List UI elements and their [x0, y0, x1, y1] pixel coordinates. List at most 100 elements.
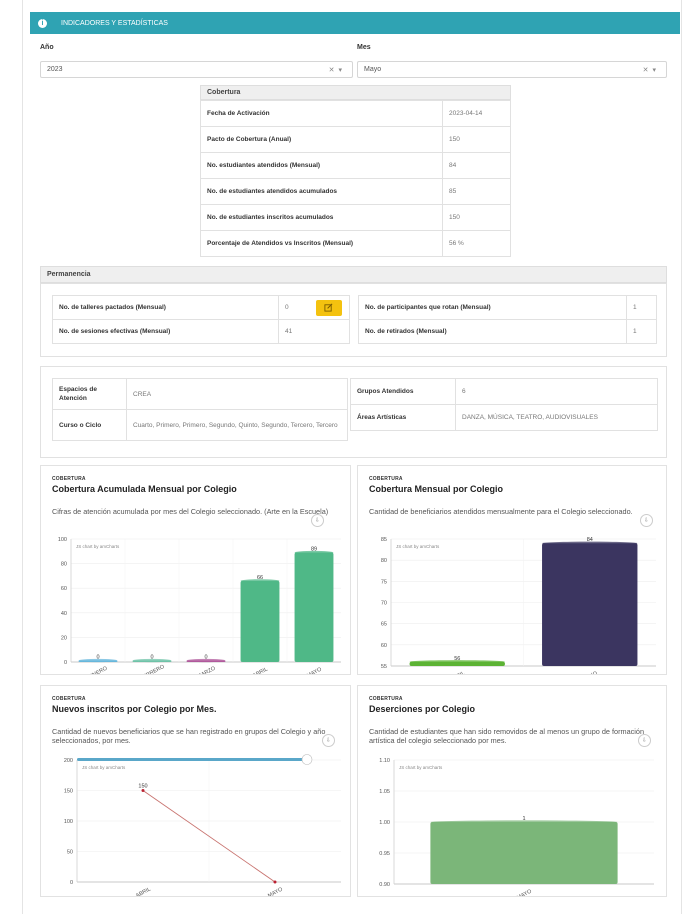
- coverage-panel: Cobertura Fecha de Activación 2023-04-14 …: [200, 85, 511, 257]
- zoom-scrollbar: [77, 758, 305, 761]
- month-select[interactable]: Mayo ✕▾: [357, 61, 667, 78]
- chart-description: Cantidad de beneficiarios atendidos mens…: [369, 507, 633, 516]
- x-tick-label: ABRIL: [252, 667, 269, 674]
- chart-title: Nuevos inscritos por Colegio por Mes.: [52, 704, 217, 714]
- coverage-value: 150: [442, 126, 511, 153]
- y-tick-label: 150: [64, 789, 73, 795]
- data-label: 66: [257, 575, 263, 581]
- coverage-row: No. estudiantes atendidos (Mensual) 84: [200, 152, 511, 179]
- chart-description: Cantidad de estudiantes que han sido rem…: [369, 727, 645, 745]
- permanencia-left-table: No. de talleres pactados (Mensual) 0 No.…: [52, 295, 350, 344]
- data-label: 56: [454, 656, 460, 662]
- chart-card-acumulada: COBERTURA Cobertura Acumulada Mensual po…: [40, 465, 351, 675]
- chart-category: COBERTURA: [52, 476, 86, 482]
- y-tick-label: 0: [70, 880, 73, 886]
- permanencia-title: Permanencia: [40, 266, 667, 283]
- download-icon[interactable]: ⇩: [638, 734, 651, 747]
- y-tick-label: 1.10: [379, 758, 390, 764]
- bar: [294, 552, 334, 662]
- section-header-title: INDICADORES Y ESTADÍSTICAS: [61, 19, 168, 27]
- chart-svg: 0.90 0.95 1.00 1.05 1.10 JS chart by amCharts…: [379, 758, 654, 896]
- month-label: Mes: [357, 44, 371, 51]
- y-tick-label: 0.90: [379, 882, 390, 888]
- chart-category: COBERTURA: [52, 696, 86, 702]
- chart-card-mensual: COBERTURA Cobertura Mensual por Colegio …: [357, 465, 667, 675]
- x-tick-label: MAYO: [516, 888, 533, 896]
- y-tick-label: 60: [381, 643, 387, 649]
- bar: [430, 822, 618, 884]
- y-tick-label: 65: [381, 622, 387, 628]
- edit-talleres-button[interactable]: [315, 299, 342, 316]
- rotan-label: No. de participantes que rotan (Mensual): [358, 295, 627, 320]
- download-icon[interactable]: ⇩: [640, 514, 653, 527]
- year-select-controls: ✕▾: [329, 66, 346, 74]
- download-icon[interactable]: ⇩: [311, 514, 324, 527]
- y-tick-label: 60: [61, 586, 67, 592]
- espacios-value: CREA: [126, 378, 348, 410]
- coverage-label: No. de estudiantes inscritos acumulados: [200, 204, 443, 231]
- chart-description: Cifras de atención acumulada por mes del…: [52, 507, 329, 516]
- x-tick-label: MARZO: [196, 665, 217, 674]
- y-tick-label: 100: [58, 537, 67, 543]
- chevron-down-icon[interactable]: ▾: [338, 67, 346, 74]
- year-label: Año: [40, 44, 54, 51]
- coverage-value: 2023-04-14: [442, 100, 511, 127]
- espacios-label: Espacios de Atención: [52, 378, 127, 410]
- x-tick-label: ENERO: [88, 665, 109, 674]
- permanencia-row: No. de talleres pactados (Mensual) 0: [52, 295, 350, 320]
- data-label: 150: [138, 784, 147, 790]
- coverage-row: Fecha de Activación 2023-04-14: [200, 100, 511, 127]
- chart-category: COBERTURA: [369, 696, 403, 702]
- clear-icon[interactable]: ✕: [329, 67, 339, 74]
- x-tick-label: FEBRERO: [139, 664, 166, 674]
- y-tick-label: 1.00: [379, 820, 390, 826]
- y-tick-label: 0.95: [379, 851, 390, 857]
- data-label: 0: [150, 655, 153, 661]
- chevron-down-icon[interactable]: ▾: [652, 67, 660, 74]
- download-icon[interactable]: ⇩: [322, 734, 335, 747]
- curso-value: Cuarto, Primero, Primero, Segundo, Quint…: [126, 409, 348, 441]
- data-label: 84: [587, 537, 593, 543]
- y-tick-label: 50: [67, 850, 73, 856]
- areas-value: DANZA, MÚSICA, TEATRO, AUDIOVISUALES: [455, 404, 658, 431]
- retirados-label: No. de retirados (Mensual): [358, 319, 627, 344]
- coverage-row: Pacto de Cobertura (Anual) 150: [200, 126, 511, 153]
- x-tick-label: ABRIL: [449, 671, 466, 674]
- chart-svg: 55 60 65 70 75 80 85 JS chart by amCharts ABRIL M…: [381, 537, 656, 674]
- y-tick-label: 80: [381, 558, 387, 564]
- month-select-value: Mayo: [364, 66, 382, 73]
- year-select-value: 2023: [47, 66, 63, 73]
- info-icon: i: [38, 18, 47, 28]
- info-right-table: Grupos Atendidos 6 Áreas Artísticas DANZ…: [350, 378, 658, 431]
- year-select[interactable]: 2023 ✕▾: [40, 61, 353, 78]
- month-select-controls: ✕▾: [643, 66, 660, 74]
- info-row: Curso o Ciclo Cuarto, Primero, Primero, …: [52, 409, 348, 441]
- x-tick-label: MAYO: [267, 886, 284, 896]
- y-tick-label: 200: [64, 758, 73, 764]
- data-label: 89: [311, 547, 317, 553]
- chart-credit: JS chart by amCharts: [82, 765, 126, 770]
- section-header[interactable]: i INDICADORES Y ESTADÍSTICAS: [30, 12, 680, 34]
- x-tick-label: ABRIL: [135, 887, 152, 896]
- data-label: 1: [522, 816, 525, 822]
- y-tick-label: 40: [61, 611, 67, 617]
- sesiones-label: No. de sesiones efectivas (Mensual): [52, 319, 279, 344]
- areas-label: Áreas Artísticas: [350, 404, 456, 431]
- y-tick-label: 75: [381, 579, 387, 585]
- y-tick-label: 70: [381, 601, 387, 607]
- chart-svg: 0 20 40 60 80 100 JS chart by amCharts ENERO FEB…: [58, 537, 341, 674]
- coverage-label: No. de estudiantes atendidos acumulados: [200, 178, 443, 205]
- y-tick-label: 20: [61, 635, 67, 641]
- y-tick-label: 1.05: [379, 789, 390, 795]
- chart-title: Cobertura Acumulada Mensual por Colegio: [52, 484, 237, 494]
- coverage-row: Porcentaje de Atendidos vs Inscritos (Me…: [200, 230, 511, 257]
- permanencia-row: No. de sesiones efectivas (Mensual) 41: [52, 319, 350, 344]
- retirados-value: 1: [626, 319, 657, 344]
- info-row: Áreas Artísticas DANZA, MÚSICA, TEATRO, …: [350, 404, 658, 431]
- clear-icon[interactable]: ✕: [643, 67, 653, 74]
- data-label: 0: [96, 655, 99, 661]
- permanencia-row: No. de retirados (Mensual) 1: [358, 319, 657, 344]
- edit-cell: [309, 295, 350, 320]
- data-point: [273, 880, 277, 884]
- bar: [542, 543, 638, 666]
